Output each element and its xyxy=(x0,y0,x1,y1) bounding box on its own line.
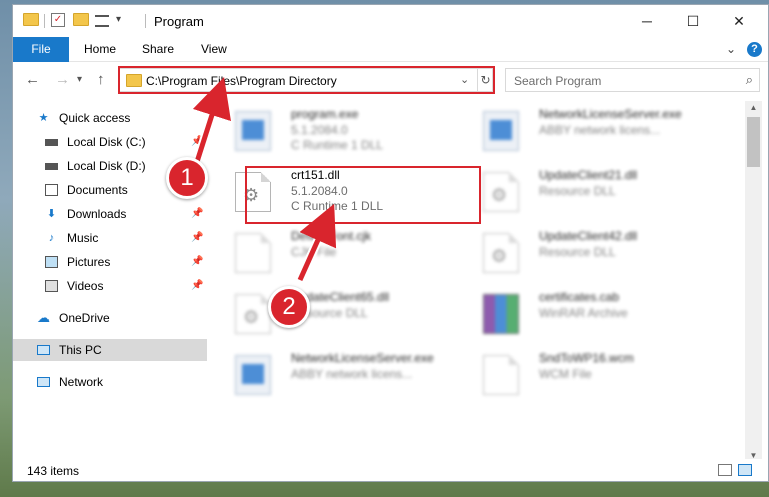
properties-icon[interactable]: ✓ xyxy=(51,13,65,27)
nav-this-pc[interactable]: This PC xyxy=(13,339,207,361)
forward-icon[interactable]: → xyxy=(55,71,70,88)
videos-icon xyxy=(45,280,58,292)
maximize-button[interactable]: ☐ xyxy=(670,5,716,37)
nav-quick-access[interactable]: ★ Quick access xyxy=(13,107,207,129)
nav-videos[interactable]: Videos 📌 xyxy=(13,275,207,297)
folder-icon xyxy=(23,13,39,26)
pin-icon[interactable]: 📌 xyxy=(191,203,203,225)
dll-icon: ⚙ xyxy=(483,233,519,273)
address-row: ← → ▾ ↑ C:\Program Files\Program Directo… xyxy=(13,63,768,97)
item-count: 143 items xyxy=(27,464,80,478)
archive-icon xyxy=(483,294,519,334)
customize-icon[interactable] xyxy=(95,15,109,27)
tab-file[interactable]: File xyxy=(13,37,69,62)
file-tile[interactable]: certificates.cab WinRAR Archive xyxy=(461,286,701,344)
tiles-view-icon[interactable] xyxy=(738,464,752,476)
drive-icon xyxy=(45,139,58,146)
dll-icon: ⚙ xyxy=(235,294,271,334)
cloud-icon: ☁ xyxy=(37,310,50,325)
tab-home[interactable]: Home xyxy=(84,37,116,62)
file-tile[interactable]: ⚙ UpdateClient65.dll Resource DLL xyxy=(213,286,453,344)
title-bar: ✓ ▾ Program ─ ☐ ✕ xyxy=(13,5,768,37)
tab-view[interactable]: View xyxy=(201,37,227,62)
documents-icon xyxy=(45,184,58,196)
vertical-scrollbar[interactable]: ▲ ▼ xyxy=(745,101,762,463)
pin-icon[interactable]: 📌 xyxy=(191,131,203,153)
file-tile[interactable]: NetworkLicenseServer.exe ABBY network li… xyxy=(461,103,701,161)
nav-network[interactable]: Network xyxy=(13,371,207,393)
ribbon: File Home Share View ⌄ ? xyxy=(13,37,768,62)
nav-music[interactable]: ♪ Music 📌 xyxy=(13,227,207,249)
status-bar: 143 items xyxy=(13,459,768,481)
new-folder-icon[interactable] xyxy=(73,13,89,26)
dll-icon: ⚙ xyxy=(483,172,519,212)
file-icon xyxy=(235,233,271,273)
divider xyxy=(145,14,146,28)
up-icon[interactable]: ↑ xyxy=(97,71,105,88)
scroll-up-icon[interactable]: ▲ xyxy=(745,101,762,115)
file-tile[interactable]: program.exe 5.1.2084.0 C Runtime 1 DLL xyxy=(213,103,453,161)
search-icon[interactable]: ⌕ xyxy=(746,72,753,88)
file-tile[interactable]: NetworkLicenseServer.exe ABBY network li… xyxy=(213,347,453,405)
explorer-window: ✓ ▾ Program ─ ☐ ✕ File Home Share View ⌄… xyxy=(12,4,769,482)
file-view: program.exe 5.1.2084.0 C Runtime 1 DLL N… xyxy=(213,101,743,461)
exe-icon xyxy=(235,355,271,395)
back-icon[interactable]: ← xyxy=(25,71,40,88)
star-icon: ★ xyxy=(38,112,49,124)
network-icon xyxy=(37,377,50,387)
drive-icon xyxy=(45,163,58,170)
expand-ribbon-icon[interactable]: ⌄ xyxy=(726,42,736,56)
exe-icon xyxy=(483,111,519,151)
help-icon[interactable]: ? xyxy=(747,42,762,57)
recent-locations-icon[interactable]: ▾ xyxy=(77,74,82,85)
pin-icon[interactable]: 📌 xyxy=(191,275,203,297)
divider xyxy=(44,14,45,28)
file-tile[interactable]: DefaultFont.cjk CJK File xyxy=(213,225,453,283)
window-title: Program xyxy=(154,14,204,29)
file-tile[interactable]: SndToWP16.wcm WCM File xyxy=(461,347,701,405)
pictures-icon xyxy=(45,256,58,268)
file-tile[interactable]: ⚙ UpdateClient42.dll Resource DLL xyxy=(461,225,701,283)
exe-icon xyxy=(235,111,271,151)
callout-badge-2: 2 xyxy=(268,286,310,328)
dropdown-icon[interactable]: ▾ xyxy=(116,14,121,30)
search-input[interactable]: Search Program xyxy=(514,74,601,88)
navigation-pane: ★ Quick access Local Disk (C:) 📌 Local D… xyxy=(13,101,207,461)
tab-share[interactable]: Share xyxy=(142,37,174,62)
music-icon: ♪ xyxy=(48,232,55,244)
minimize-button[interactable]: ─ xyxy=(624,5,670,37)
file-icon xyxy=(483,355,519,395)
details-view-icon[interactable] xyxy=(718,464,732,476)
scroll-thumb[interactable] xyxy=(747,117,760,167)
nav-pictures[interactable]: Pictures 📌 xyxy=(13,251,207,273)
file-tile[interactable]: ⚙ UpdateClient21.dll Resource DLL xyxy=(461,164,701,222)
pc-icon xyxy=(37,345,50,355)
callout-badge-1: 1 xyxy=(166,157,208,199)
nav-local-disk-c[interactable]: Local Disk (C:) 📌 xyxy=(13,131,207,153)
search-box[interactable]: Search Program ⌕ xyxy=(505,68,760,92)
close-button[interactable]: ✕ xyxy=(716,5,762,37)
file-highlight xyxy=(245,166,481,224)
pin-icon[interactable]: 📌 xyxy=(191,227,203,249)
pin-icon[interactable]: 📌 xyxy=(191,251,203,273)
address-highlight xyxy=(118,66,495,94)
nav-downloads[interactable]: ⬇ Downloads 📌 xyxy=(13,203,207,225)
download-icon: ⬇ xyxy=(46,208,57,220)
nav-onedrive[interactable]: ☁ OneDrive xyxy=(13,307,207,329)
